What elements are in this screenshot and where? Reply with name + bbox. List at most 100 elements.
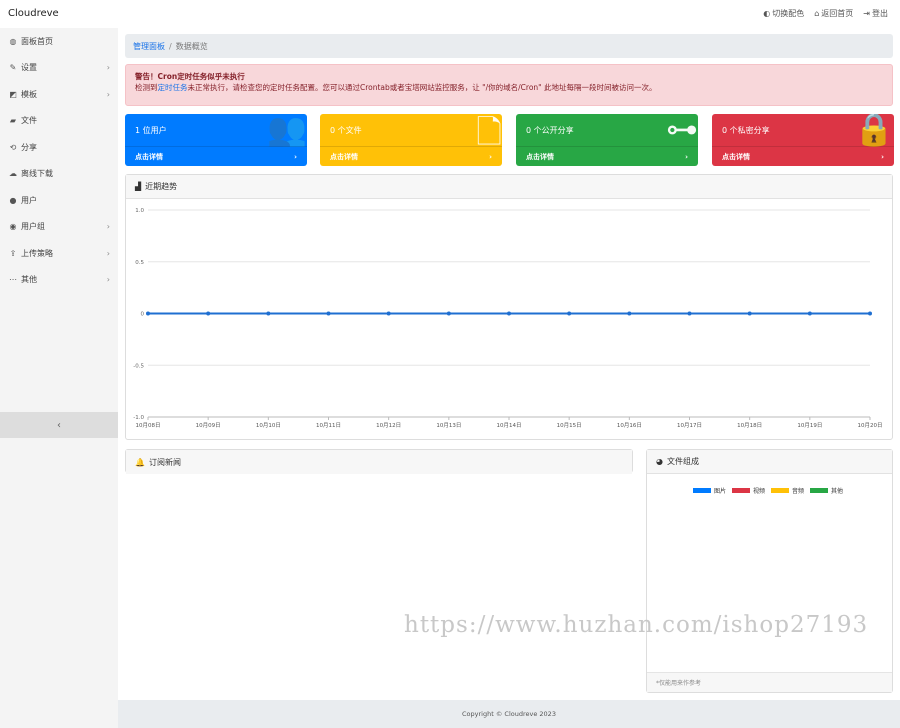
data-point xyxy=(868,311,872,316)
sidebar-item-share[interactable]: ⟲ 分享 xyxy=(0,134,118,161)
logout-label: 登出 xyxy=(872,9,888,18)
data-point xyxy=(687,311,692,316)
sidebar-item-label: 模板 xyxy=(21,89,37,99)
legend-swatch xyxy=(771,488,790,493)
stat-card-footer[interactable]: 点击详情 › xyxy=(125,146,307,166)
chevron-right-icon: › xyxy=(489,152,492,161)
legend-label: 其他 xyxy=(831,488,844,495)
legend-swatch xyxy=(732,488,751,493)
y-tick-label: 0.5 xyxy=(135,260,144,266)
watermark-text: https://www.huzhan.com/ishop27193 xyxy=(404,612,869,638)
legend-item-other[interactable]: 其他 xyxy=(810,486,843,495)
sidebar-item-other[interactable]: ⋯ 其他 › xyxy=(0,267,118,294)
stat-card-users[interactable]: 1 位用户 👥 点击详情 › xyxy=(125,114,307,166)
sidebar-item-label: 其他 xyxy=(21,275,37,285)
file-composition-header: ◕ 文件组成 xyxy=(647,450,892,474)
sidebar-item-settings[interactable]: ✎ 设置 › xyxy=(0,55,118,82)
legend-item-audio[interactable]: 音频 xyxy=(771,486,804,495)
chevron-right-icon: › xyxy=(106,222,110,232)
user-icon: ● xyxy=(9,195,17,205)
ellipsis-icon: ⋯ xyxy=(9,275,17,285)
x-tick-label: 10月14日 xyxy=(497,422,522,429)
subscribe-panel: 🔔 订阅新闻 xyxy=(125,449,633,474)
sidebar-item-offline-download[interactable]: ☁ 离线下载 xyxy=(0,161,118,188)
chevron-right-icon: › xyxy=(106,275,110,285)
breadcrumb-link-admin[interactable]: 管理面板 xyxy=(133,41,165,52)
sidebar-item-dashboard[interactable]: ◍ 面板首页 xyxy=(0,28,118,55)
upload-icon: ⇪ xyxy=(9,248,17,258)
legend-swatch xyxy=(693,488,711,493)
alert-title: 警告！Cron定时任务似乎未执行 xyxy=(135,72,245,81)
y-tick-label: 0 xyxy=(141,312,145,318)
y-tick-label: 1.0 xyxy=(135,208,144,214)
logout-button[interactable]: ⇥ 登出 xyxy=(863,8,888,19)
data-point xyxy=(206,311,211,316)
stat-card-footer[interactable]: 点击详情 › xyxy=(516,146,698,166)
folder-icon: ▰ xyxy=(9,116,17,126)
stat-card-detail-link[interactable]: 点击详情 xyxy=(330,152,358,162)
data-point xyxy=(446,311,451,316)
sidebar-item-upload-policy[interactable]: ⇪ 上传策略 › xyxy=(0,240,118,267)
data-point xyxy=(326,311,331,316)
app-brand[interactable]: Cloudreve xyxy=(8,8,59,19)
data-point xyxy=(747,311,752,316)
x-tick-label: 10月10日 xyxy=(256,422,281,429)
stat-card-footer[interactable]: 点击详情 › xyxy=(320,146,502,166)
cloud-download-icon: ☁ xyxy=(9,169,17,179)
sidebar: ◍ 面板首页 ✎ 设置 › ◩ 模板 › ▰ 文件 ⟲ 分享 ☁ 离线下载 ● … xyxy=(0,28,118,728)
legend-swatch xyxy=(810,488,829,493)
x-tick-label: 10月08日 xyxy=(136,422,161,429)
stat-card-detail-link[interactable]: 点击详情 xyxy=(526,152,554,162)
logout-icon: ⇥ xyxy=(863,9,870,18)
share-icon: ⟲ xyxy=(9,142,17,152)
page-footer: Copyright © Cloudreve 2023 xyxy=(118,700,900,728)
sidebar-item-label: 上传策略 xyxy=(21,248,53,258)
sidebar-item-label: 离线下载 xyxy=(21,169,53,179)
chevron-left-icon: ‹ xyxy=(57,419,61,431)
sidebar-item-files[interactable]: ▰ 文件 xyxy=(0,108,118,135)
back-home-button[interactable]: ⌂ 返回首页 xyxy=(814,8,853,19)
top-bar: Cloudreve ◐ 切换配色 ⌂ 返回首页 ⇥ 登出 xyxy=(0,0,900,28)
file-composition-legend: 图片 视频 音频 其他 xyxy=(693,486,843,495)
data-point xyxy=(266,311,271,316)
alert-cron-link[interactable]: 定时任务 xyxy=(158,83,188,92)
x-tick-label: 10月17日 xyxy=(677,422,702,429)
legend-item-image[interactable]: 图片 xyxy=(693,486,726,495)
users-icon: 👥 xyxy=(267,114,307,148)
stat-card-detail-link[interactable]: 点击详情 xyxy=(135,152,163,162)
bell-icon: 🔔 xyxy=(135,457,145,467)
sidebar-item-users[interactable]: ● 用户 xyxy=(0,187,118,214)
stat-card-public-shares[interactable]: 0 个公开分享 ⊶ 点击详情 › xyxy=(516,114,698,166)
stat-card-private-shares[interactable]: 0 个私密分享 🔒 点击详情 › xyxy=(712,114,894,166)
breadcrumb: 管理面板 / 数据概览 xyxy=(125,34,893,58)
chevron-right-icon: › xyxy=(294,152,297,161)
sidebar-item-label: 面板首页 xyxy=(21,36,53,46)
alert-text-pre: 检测到 xyxy=(135,83,158,92)
x-tick-label: 10月18日 xyxy=(737,422,762,429)
wrench-icon: ✎ xyxy=(9,63,17,73)
stat-card-count: 0 个文件 xyxy=(330,126,362,135)
x-tick-label: 10月15日 xyxy=(557,422,582,429)
stat-card-detail-link[interactable]: 点击详情 xyxy=(722,152,750,162)
toggle-theme-label: 切换配色 xyxy=(772,9,805,18)
subscribe-panel-header: 🔔 订阅新闻 xyxy=(126,450,632,474)
sidebar-item-label: 文件 xyxy=(21,116,37,126)
chevron-right-icon: › xyxy=(685,152,688,161)
legend-label: 图片 xyxy=(714,488,727,495)
cron-warning-alert: 警告！Cron定时任务似乎未执行 检测到定时任务未正常执行，请检查您的定时任务配… xyxy=(125,64,893,106)
toggle-theme-button[interactable]: ◐ 切换配色 xyxy=(763,8,804,19)
data-point xyxy=(567,311,572,316)
stat-card-footer[interactable]: 点击详情 › xyxy=(712,146,894,166)
users-icon: ◉ xyxy=(9,222,17,232)
sidebar-item-template[interactable]: ◩ 模板 › xyxy=(0,81,118,108)
trend-panel-title: 近期趋势 xyxy=(145,182,178,191)
stat-card-files[interactable]: 0 个文件 🗋 点击详情 › xyxy=(320,114,502,166)
trend-chart: 1.0 0.5 0 -0.5 -1.010月08日 10月09日 10月10日 10月11日 1… xyxy=(133,208,882,429)
data-point xyxy=(807,311,812,316)
stat-card-count: 0 个私密分享 xyxy=(722,126,770,135)
sidebar-collapse-button[interactable]: ‹ xyxy=(0,412,118,438)
legend-item-video[interactable]: 视频 xyxy=(732,486,765,495)
trend-panel-header: ▟ 近期趋势 xyxy=(126,175,892,199)
y-tick-label: -1.0 xyxy=(133,415,144,421)
sidebar-item-user-groups[interactable]: ◉ 用户组 › xyxy=(0,214,118,241)
